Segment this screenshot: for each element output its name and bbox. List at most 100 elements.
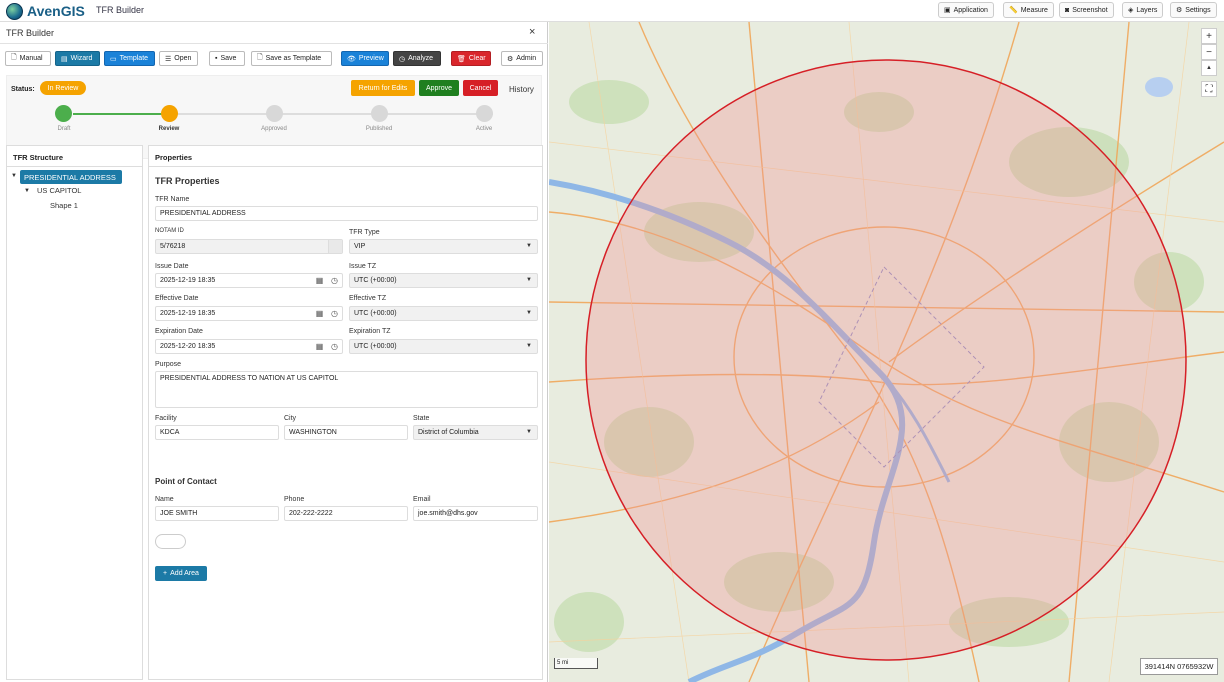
preview-button[interactable]: 👁 Preview (341, 51, 389, 66)
tfr-name-field[interactable]: PRESIDENTIAL ADDRESS (155, 206, 538, 221)
effective-tz-select[interactable]: UTC (+00:00) ▼ (349, 306, 538, 321)
save-label: Save (220, 55, 237, 62)
clock-icon[interactable]: ◷ (330, 309, 339, 318)
issue-date-label: Issue Date (155, 263, 189, 270)
calendar-icon[interactable]: ▦ (315, 342, 324, 351)
step-review-dot (161, 105, 178, 122)
caret-down-icon[interactable]: ▼ (11, 173, 17, 179)
map-canvas[interactable] (549, 22, 1224, 682)
expiration-date-label: Expiration Date (155, 328, 203, 335)
settings-button[interactable]: ⚙ Settings (1170, 2, 1217, 18)
zoom-in-button[interactable]: + (1201, 28, 1217, 44)
state-value: District of Columbia (418, 429, 479, 436)
document-icon: 🗋 (257, 54, 263, 61)
return-for-edits-button[interactable]: Return for Edits (351, 80, 415, 96)
tfr-builder-panel: TFR Builder × 🗋 Manual ▤ Wizard ▭ Template … (0, 22, 548, 682)
open-label: Open (174, 55, 192, 62)
approve-button[interactable]: Approve (419, 80, 459, 96)
caret-down-icon[interactable]: ▼ (24, 188, 30, 194)
step-active-label: Active (475, 126, 493, 132)
template-icon: ▭ (110, 55, 117, 63)
save-as-template-label: Save as Template (265, 55, 322, 62)
toggle-switch[interactable] (155, 534, 186, 549)
add-area-button[interactable]: + Add Area (155, 566, 207, 581)
purpose-textarea[interactable]: PRESIDENTIAL ADDRESS TO NATION AT US CAP… (155, 371, 538, 408)
zoom-out-button[interactable]: − (1201, 44, 1217, 60)
analyze-button[interactable]: ◷ Analyze (393, 51, 441, 66)
caret-down-icon: ▼ (526, 310, 532, 316)
calendar-icon[interactable]: ▦ (315, 276, 324, 285)
tfr-circle[interactable] (585, 59, 1187, 661)
effective-date-field[interactable]: 2025-12-19 18:35 ▦ ◷ (155, 306, 343, 321)
manual-button[interactable]: 🗋 Manual (5, 51, 51, 66)
tfr-name-label: TFR Name (155, 196, 190, 203)
issue-tz-value: UTC (+00:00) (354, 277, 397, 284)
history-link[interactable]: History (509, 85, 534, 94)
state-select[interactable]: District of Columbia ▼ (413, 425, 538, 440)
panel-title: TFR Builder (6, 28, 55, 38)
tree-item-shape[interactable]: Shape 1 (50, 201, 78, 210)
properties-panel: Properties TFR Properties TFR Name PRESI… (148, 145, 543, 680)
camera-icon: ◙ (1065, 6, 1070, 14)
application-label: Application (953, 6, 988, 14)
application-button[interactable]: ▣ Application (938, 2, 994, 18)
close-icon[interactable]: × (529, 26, 535, 38)
status-badge: In Review (40, 81, 86, 95)
template-label: Template (119, 55, 149, 62)
step-approved-dot (266, 105, 283, 122)
email-label: Email (413, 496, 431, 503)
template-button[interactable]: ▭ Template (104, 51, 155, 66)
generate-icon[interactable] (328, 240, 342, 253)
clock-icon[interactable]: ◷ (330, 342, 339, 351)
admin-button[interactable]: ⚙ Admin (501, 51, 543, 66)
issue-date-field[interactable]: 2025-12-19 18:35 ▦ ◷ (155, 273, 343, 288)
layers-button[interactable]: ◈ Layers (1122, 2, 1164, 18)
map-view[interactable]: + − ▲ ⛶ 5 mi 391414N 0765932W (549, 22, 1224, 682)
progress-line-pending (177, 113, 493, 115)
notam-id-label: NOTAM ID (155, 228, 184, 234)
phone-field[interactable]: 202-222-2222 (284, 506, 408, 521)
save-as-template-button[interactable]: 🗋 Save as Template (251, 51, 332, 66)
wizard-button[interactable]: ▤ Wizard (55, 51, 100, 66)
notam-id-field[interactable]: 5/76218 (155, 239, 343, 254)
compass-icon[interactable]: ▲ (1201, 60, 1217, 76)
cancel-button[interactable]: Cancel (463, 80, 498, 96)
issue-tz-label: Issue TZ (349, 263, 377, 270)
tree-item-root[interactable]: PRESIDENTIAL ADDRESS (20, 170, 122, 184)
tfr-type-select[interactable]: VIP ▼ (349, 239, 538, 254)
add-area-label: Add Area (170, 570, 199, 577)
measure-button[interactable]: 📏 Measure (1003, 2, 1054, 18)
gear-icon: ⚙ (507, 55, 514, 63)
clock-icon[interactable]: ◷ (330, 276, 339, 285)
step-approved-label: Approved (261, 126, 287, 132)
clear-label: Clear (468, 55, 486, 62)
step-published-dot (371, 105, 388, 122)
clock-icon: ◷ (399, 55, 406, 63)
calendar-icon[interactable]: ▦ (315, 309, 324, 318)
save-button[interactable]: ▪ Save (209, 51, 245, 66)
status-label: Status: (11, 86, 35, 93)
notam-id-value: 5/76218 (160, 243, 186, 250)
name-label: Name (155, 496, 174, 503)
screenshot-button[interactable]: ◙ Screenshot (1059, 2, 1114, 18)
ruler-icon: 📏 (1009, 7, 1018, 14)
step-review-label: Review (158, 126, 180, 132)
caret-down-icon: ▼ (526, 343, 532, 349)
caret-down-icon: ▼ (526, 243, 532, 249)
open-button[interactable]: ☰ Open (159, 51, 198, 66)
coordinate-readout: 391414N 0765932W (1140, 658, 1218, 675)
fullscreen-icon[interactable]: ⛶ (1201, 81, 1217, 97)
clear-button[interactable]: 🗑 Clear (451, 51, 491, 66)
screenshot-label: Screenshot (1072, 6, 1108, 14)
city-field[interactable]: WASHINGTON (284, 425, 408, 440)
list-icon: ☰ (165, 55, 172, 63)
name-field[interactable]: JOE SMITH (155, 506, 279, 521)
facility-field[interactable]: KDCA (155, 425, 279, 440)
tree-item-child[interactable]: US CAPITOL (37, 186, 81, 195)
tfr-properties-title: TFR Properties (155, 176, 220, 186)
effective-date-value: 2025-12-19 18:35 (160, 310, 216, 317)
expiration-date-field[interactable]: 2025-12-20 18:35 ▦ ◷ (155, 339, 343, 354)
email-field[interactable]: joe.smith@dhs.gov (413, 506, 538, 521)
issue-tz-select[interactable]: UTC (+00:00) ▼ (349, 273, 538, 288)
expiration-tz-select[interactable]: UTC (+00:00) ▼ (349, 339, 538, 354)
